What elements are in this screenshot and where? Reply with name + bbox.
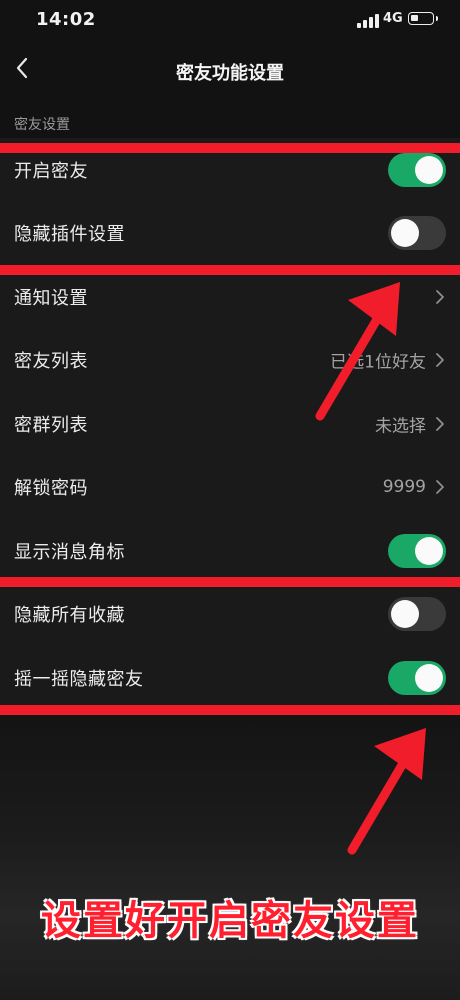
- shake-to-hide-toggle[interactable]: [388, 660, 446, 695]
- battery-icon: [408, 12, 438, 25]
- show-message-badge-toggle[interactable]: [388, 533, 446, 568]
- row-hide-plugin-settings[interactable]: 隐藏插件设置: [0, 201, 460, 265]
- row-label: 隐藏所有收藏: [14, 605, 125, 627]
- row-label: 密友列表: [14, 351, 88, 373]
- annotation-arrow-icon: [347, 728, 426, 855]
- row-show-message-badge[interactable]: 显示消息角标: [0, 519, 460, 583]
- row-label: 摇一摇隐藏密友: [14, 668, 144, 690]
- row-label: 隐藏插件设置: [14, 224, 125, 246]
- page-title: 密友功能设置: [176, 63, 284, 84]
- network-type: 4G: [383, 11, 403, 26]
- row-unlock-password[interactable]: 解锁密码 9999: [0, 455, 460, 519]
- row-label: 密群列表: [14, 414, 88, 436]
- instruction-caption: 设置好开启密友设置: [41, 898, 419, 944]
- row-label: 解锁密码: [14, 478, 88, 500]
- chevron-right-icon: [436, 480, 444, 495]
- row-label: 显示消息角标: [14, 541, 125, 563]
- chevron-right-icon: [436, 416, 444, 431]
- chevron-right-icon: [436, 353, 444, 368]
- enable-close-friends-toggle[interactable]: [388, 152, 446, 187]
- nav-bar: 密友功能设置: [0, 42, 460, 98]
- annotation-line: [0, 143, 460, 153]
- hide-all-favorites-toggle[interactable]: [388, 597, 446, 632]
- signal-icon: [357, 14, 379, 28]
- row-label: 开启密友: [14, 160, 88, 182]
- annotation-line: [0, 265, 460, 275]
- annotation-line: [0, 577, 460, 587]
- annotation-line: [0, 705, 460, 715]
- hide-plugin-settings-toggle[interactable]: [388, 216, 446, 251]
- row-hide-all-favorites[interactable]: 隐藏所有收藏: [0, 582, 460, 646]
- chevron-right-icon: [436, 289, 444, 304]
- status-bar: 14:02 4G: [0, 0, 460, 40]
- row-label: 通知设置: [14, 287, 88, 309]
- section-label: 密友设置: [14, 117, 70, 133]
- row-shake-to-hide[interactable]: 摇一摇隐藏密友: [0, 646, 460, 710]
- status-time: 14:02: [36, 9, 96, 30]
- annotation-arrow-icon: [315, 282, 400, 421]
- row-value: 9999: [382, 477, 426, 498]
